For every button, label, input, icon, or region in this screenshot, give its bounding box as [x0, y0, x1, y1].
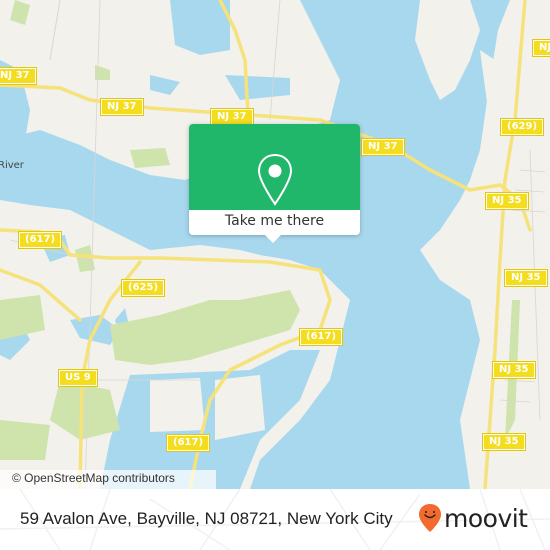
map-attribution[interactable]: © OpenStreetMap contributors	[0, 470, 216, 489]
road-shield: NJ 37	[210, 108, 254, 126]
take-me-there-button[interactable]: Take me there	[189, 210, 360, 235]
road-shield: NJ 37	[361, 138, 405, 156]
location-popup: Take me there	[189, 124, 360, 243]
road-shield: NJ 37	[100, 98, 144, 116]
road-shield: NJ 35	[485, 192, 529, 210]
map-pin-icon	[257, 153, 293, 206]
road-shield: (629)	[499, 118, 545, 136]
park-double-trouble	[110, 290, 300, 365]
road-shield: (625)	[120, 279, 166, 297]
popup-pointer	[264, 234, 282, 243]
road-shield: (617)	[165, 434, 211, 452]
road-shield: US 9	[58, 369, 98, 387]
address-text: 59 Avalon Ave, Bayville, NJ 08721, New Y…	[20, 509, 393, 528]
map-view[interactable]: NJ 37 NJ 37 NJ 37 NJ 37 NJ (629) NJ 35 (…	[0, 0, 550, 489]
road-shield: NJ	[531, 39, 550, 57]
footer-bar: 59 Avalon Ave, Bayville, NJ 08721, New Y…	[0, 489, 550, 550]
road-shield: NJ 35	[492, 361, 536, 379]
road-shield: NJ 37	[0, 67, 37, 85]
map-tiles	[0, 0, 550, 489]
brand-name: moovit	[444, 503, 528, 533]
moovit-logo[interactable]: moovit	[418, 503, 528, 533]
road-shield: (617)	[298, 328, 344, 346]
moovit-pin-icon	[419, 504, 441, 532]
popup-header	[189, 124, 360, 210]
road-shield: (617)	[17, 231, 63, 249]
road-shield: NJ 35	[482, 433, 526, 451]
place-label-river: River	[0, 160, 24, 171]
road-shield: NJ 35	[504, 269, 548, 287]
